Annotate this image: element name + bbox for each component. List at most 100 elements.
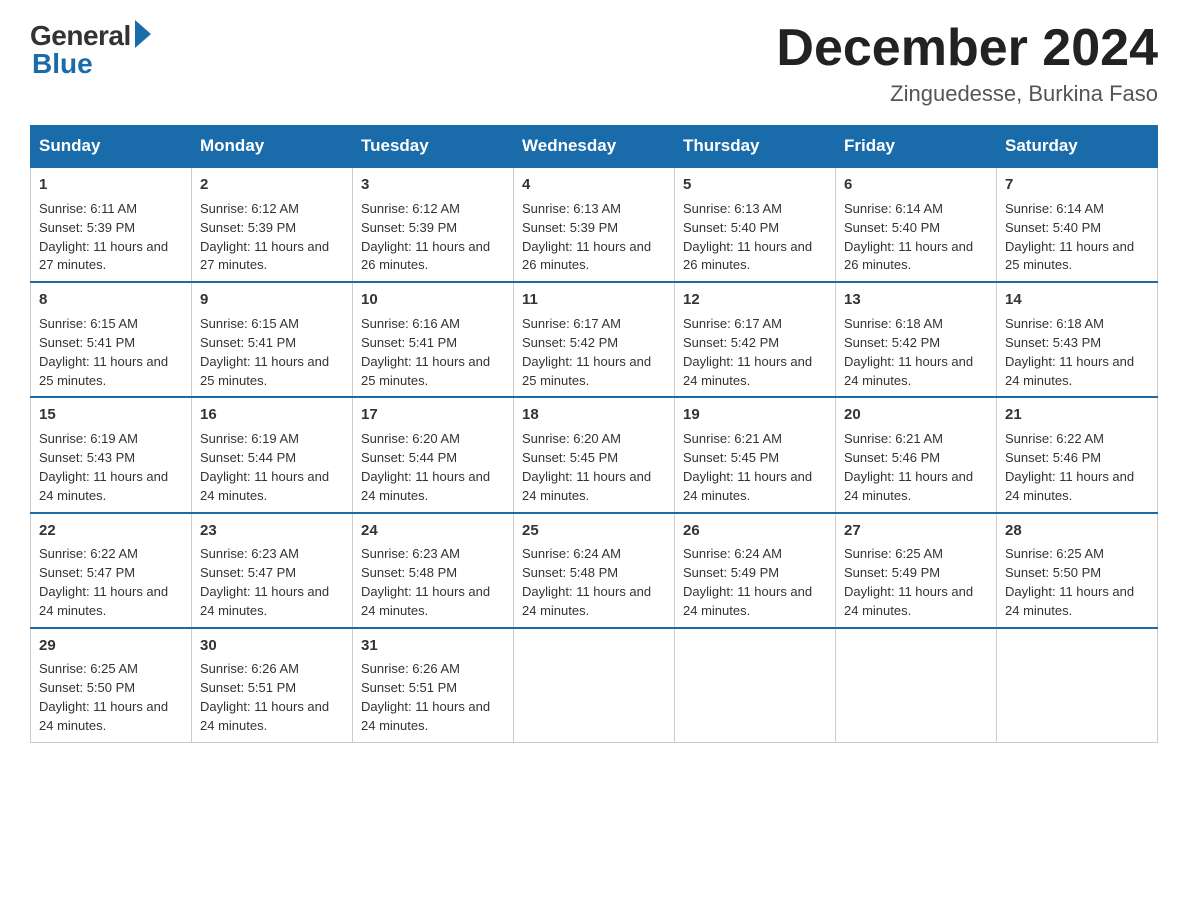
calendar-cell: 7 Sunrise: 6:14 AMSunset: 5:40 PMDayligh… bbox=[997, 167, 1158, 282]
day-number: 9 bbox=[200, 289, 344, 311]
day-info: Sunrise: 6:25 AMSunset: 5:50 PMDaylight:… bbox=[39, 661, 168, 733]
day-number: 2 bbox=[200, 174, 344, 196]
calendar-header-row: SundayMondayTuesdayWednesdayThursdayFrid… bbox=[31, 126, 1158, 168]
day-number: 30 bbox=[200, 635, 344, 657]
day-info: Sunrise: 6:23 AMSunset: 5:47 PMDaylight:… bbox=[200, 546, 329, 618]
day-info: Sunrise: 6:17 AMSunset: 5:42 PMDaylight:… bbox=[522, 316, 651, 388]
header-sunday: Sunday bbox=[31, 126, 192, 168]
week-row-1: 1 Sunrise: 6:11 AMSunset: 5:39 PMDayligh… bbox=[31, 167, 1158, 282]
day-info: Sunrise: 6:18 AMSunset: 5:42 PMDaylight:… bbox=[844, 316, 973, 388]
day-info: Sunrise: 6:18 AMSunset: 5:43 PMDaylight:… bbox=[1005, 316, 1134, 388]
calendar-cell: 30 Sunrise: 6:26 AMSunset: 5:51 PMDaylig… bbox=[192, 628, 353, 743]
calendar-cell: 20 Sunrise: 6:21 AMSunset: 5:46 PMDaylig… bbox=[836, 397, 997, 512]
day-number: 22 bbox=[39, 520, 183, 542]
location-subtitle: Zinguedesse, Burkina Faso bbox=[776, 81, 1158, 107]
calendar-cell: 17 Sunrise: 6:20 AMSunset: 5:44 PMDaylig… bbox=[353, 397, 514, 512]
day-number: 4 bbox=[522, 174, 666, 196]
day-info: Sunrise: 6:12 AMSunset: 5:39 PMDaylight:… bbox=[200, 201, 329, 273]
calendar-cell bbox=[675, 628, 836, 743]
week-row-5: 29 Sunrise: 6:25 AMSunset: 5:50 PMDaylig… bbox=[31, 628, 1158, 743]
calendar-cell: 26 Sunrise: 6:24 AMSunset: 5:49 PMDaylig… bbox=[675, 513, 836, 628]
calendar-cell: 24 Sunrise: 6:23 AMSunset: 5:48 PMDaylig… bbox=[353, 513, 514, 628]
day-info: Sunrise: 6:23 AMSunset: 5:48 PMDaylight:… bbox=[361, 546, 490, 618]
day-number: 21 bbox=[1005, 404, 1149, 426]
calendar-cell: 22 Sunrise: 6:22 AMSunset: 5:47 PMDaylig… bbox=[31, 513, 192, 628]
calendar-cell: 9 Sunrise: 6:15 AMSunset: 5:41 PMDayligh… bbox=[192, 282, 353, 397]
day-info: Sunrise: 6:14 AMSunset: 5:40 PMDaylight:… bbox=[844, 201, 973, 273]
week-row-4: 22 Sunrise: 6:22 AMSunset: 5:47 PMDaylig… bbox=[31, 513, 1158, 628]
calendar-cell bbox=[997, 628, 1158, 743]
day-info: Sunrise: 6:26 AMSunset: 5:51 PMDaylight:… bbox=[361, 661, 490, 733]
day-info: Sunrise: 6:20 AMSunset: 5:45 PMDaylight:… bbox=[522, 431, 651, 503]
day-number: 19 bbox=[683, 404, 827, 426]
day-number: 25 bbox=[522, 520, 666, 542]
day-info: Sunrise: 6:19 AMSunset: 5:43 PMDaylight:… bbox=[39, 431, 168, 503]
day-number: 17 bbox=[361, 404, 505, 426]
header-wednesday: Wednesday bbox=[514, 126, 675, 168]
day-info: Sunrise: 6:25 AMSunset: 5:49 PMDaylight:… bbox=[844, 546, 973, 618]
calendar-cell: 6 Sunrise: 6:14 AMSunset: 5:40 PMDayligh… bbox=[836, 167, 997, 282]
calendar-cell: 11 Sunrise: 6:17 AMSunset: 5:42 PMDaylig… bbox=[514, 282, 675, 397]
calendar-cell: 28 Sunrise: 6:25 AMSunset: 5:50 PMDaylig… bbox=[997, 513, 1158, 628]
day-number: 15 bbox=[39, 404, 183, 426]
day-number: 12 bbox=[683, 289, 827, 311]
title-section: December 2024 Zinguedesse, Burkina Faso bbox=[776, 20, 1158, 107]
day-number: 23 bbox=[200, 520, 344, 542]
header-saturday: Saturday bbox=[997, 126, 1158, 168]
day-number: 16 bbox=[200, 404, 344, 426]
calendar-cell: 27 Sunrise: 6:25 AMSunset: 5:49 PMDaylig… bbox=[836, 513, 997, 628]
calendar-cell: 8 Sunrise: 6:15 AMSunset: 5:41 PMDayligh… bbox=[31, 282, 192, 397]
day-number: 14 bbox=[1005, 289, 1149, 311]
day-info: Sunrise: 6:17 AMSunset: 5:42 PMDaylight:… bbox=[683, 316, 812, 388]
week-row-3: 15 Sunrise: 6:19 AMSunset: 5:43 PMDaylig… bbox=[31, 397, 1158, 512]
calendar-cell: 5 Sunrise: 6:13 AMSunset: 5:40 PMDayligh… bbox=[675, 167, 836, 282]
header-thursday: Thursday bbox=[675, 126, 836, 168]
calendar-cell: 18 Sunrise: 6:20 AMSunset: 5:45 PMDaylig… bbox=[514, 397, 675, 512]
day-info: Sunrise: 6:24 AMSunset: 5:49 PMDaylight:… bbox=[683, 546, 812, 618]
day-number: 18 bbox=[522, 404, 666, 426]
day-number: 5 bbox=[683, 174, 827, 196]
header-monday: Monday bbox=[192, 126, 353, 168]
day-info: Sunrise: 6:11 AMSunset: 5:39 PMDaylight:… bbox=[39, 201, 168, 273]
calendar-cell bbox=[836, 628, 997, 743]
calendar-table: SundayMondayTuesdayWednesdayThursdayFrid… bbox=[30, 125, 1158, 743]
calendar-cell: 23 Sunrise: 6:23 AMSunset: 5:47 PMDaylig… bbox=[192, 513, 353, 628]
day-info: Sunrise: 6:19 AMSunset: 5:44 PMDaylight:… bbox=[200, 431, 329, 503]
calendar-cell: 19 Sunrise: 6:21 AMSunset: 5:45 PMDaylig… bbox=[675, 397, 836, 512]
header-tuesday: Tuesday bbox=[353, 126, 514, 168]
day-info: Sunrise: 6:22 AMSunset: 5:47 PMDaylight:… bbox=[39, 546, 168, 618]
day-number: 29 bbox=[39, 635, 183, 657]
calendar-cell: 25 Sunrise: 6:24 AMSunset: 5:48 PMDaylig… bbox=[514, 513, 675, 628]
day-info: Sunrise: 6:13 AMSunset: 5:40 PMDaylight:… bbox=[683, 201, 812, 273]
day-info: Sunrise: 6:15 AMSunset: 5:41 PMDaylight:… bbox=[200, 316, 329, 388]
day-info: Sunrise: 6:21 AMSunset: 5:45 PMDaylight:… bbox=[683, 431, 812, 503]
day-info: Sunrise: 6:21 AMSunset: 5:46 PMDaylight:… bbox=[844, 431, 973, 503]
day-number: 13 bbox=[844, 289, 988, 311]
day-number: 3 bbox=[361, 174, 505, 196]
day-info: Sunrise: 6:16 AMSunset: 5:41 PMDaylight:… bbox=[361, 316, 490, 388]
day-info: Sunrise: 6:26 AMSunset: 5:51 PMDaylight:… bbox=[200, 661, 329, 733]
day-info: Sunrise: 6:13 AMSunset: 5:39 PMDaylight:… bbox=[522, 201, 651, 273]
calendar-cell: 29 Sunrise: 6:25 AMSunset: 5:50 PMDaylig… bbox=[31, 628, 192, 743]
calendar-cell: 13 Sunrise: 6:18 AMSunset: 5:42 PMDaylig… bbox=[836, 282, 997, 397]
calendar-cell: 1 Sunrise: 6:11 AMSunset: 5:39 PMDayligh… bbox=[31, 167, 192, 282]
calendar-cell: 2 Sunrise: 6:12 AMSunset: 5:39 PMDayligh… bbox=[192, 167, 353, 282]
day-info: Sunrise: 6:25 AMSunset: 5:50 PMDaylight:… bbox=[1005, 546, 1134, 618]
day-number: 28 bbox=[1005, 520, 1149, 542]
calendar-cell: 3 Sunrise: 6:12 AMSunset: 5:39 PMDayligh… bbox=[353, 167, 514, 282]
day-number: 8 bbox=[39, 289, 183, 311]
day-info: Sunrise: 6:20 AMSunset: 5:44 PMDaylight:… bbox=[361, 431, 490, 503]
logo: General Blue bbox=[30, 20, 151, 80]
day-number: 7 bbox=[1005, 174, 1149, 196]
calendar-cell: 14 Sunrise: 6:18 AMSunset: 5:43 PMDaylig… bbox=[997, 282, 1158, 397]
calendar-cell: 21 Sunrise: 6:22 AMSunset: 5:46 PMDaylig… bbox=[997, 397, 1158, 512]
day-number: 31 bbox=[361, 635, 505, 657]
calendar-cell bbox=[514, 628, 675, 743]
day-info: Sunrise: 6:22 AMSunset: 5:46 PMDaylight:… bbox=[1005, 431, 1134, 503]
day-info: Sunrise: 6:14 AMSunset: 5:40 PMDaylight:… bbox=[1005, 201, 1134, 273]
calendar-cell: 12 Sunrise: 6:17 AMSunset: 5:42 PMDaylig… bbox=[675, 282, 836, 397]
day-number: 27 bbox=[844, 520, 988, 542]
day-info: Sunrise: 6:12 AMSunset: 5:39 PMDaylight:… bbox=[361, 201, 490, 273]
month-title: December 2024 bbox=[776, 20, 1158, 77]
day-number: 10 bbox=[361, 289, 505, 311]
